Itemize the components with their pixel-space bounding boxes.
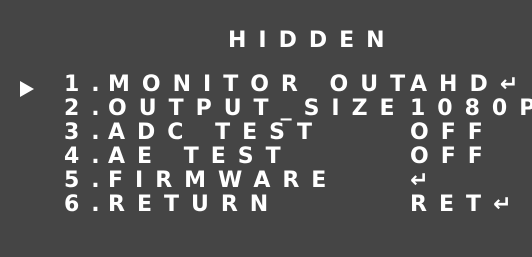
menu-item-number: 6. bbox=[64, 192, 112, 217]
menu-item-label: MONITOR OUT bbox=[108, 72, 418, 97]
menu-item-label: ADC TEST bbox=[108, 120, 324, 145]
menu-item-ae-test[interactable]: 4. AE TEST OFF bbox=[0, 146, 532, 170]
menu-item-value[interactable]: AHD↵ bbox=[410, 74, 530, 96]
menu-item-number: 3. bbox=[64, 120, 112, 145]
menu-item-value[interactable]: OFF bbox=[410, 122, 495, 144]
menu-title: HIDDEN bbox=[228, 28, 397, 53]
menu-item-value[interactable]: ↵ bbox=[410, 170, 440, 192]
menu-item-number: 1. bbox=[64, 72, 112, 97]
menu-item-output-size[interactable]: 2. OUTPUT_SIZE 1080P bbox=[0, 98, 532, 122]
menu-item-firmware[interactable]: 5. FIRMWARE ↵ bbox=[0, 170, 532, 194]
menu-item-label: FIRMWARE bbox=[108, 168, 339, 193]
menu-item-value[interactable]: OFF bbox=[410, 146, 495, 168]
menu-item-monitor-out[interactable]: 1. MONITOR OUT AHD↵ bbox=[0, 74, 532, 98]
menu-item-label: AE TEST bbox=[108, 144, 293, 169]
menu-item-return[interactable]: 6. RETURN RET↵ bbox=[0, 194, 532, 218]
menu-item-number: 2. bbox=[64, 96, 112, 121]
menu-item-adc-test[interactable]: 3. ADC TEST OFF bbox=[0, 122, 532, 146]
menu-item-value[interactable]: 1080P bbox=[410, 98, 532, 120]
menu-item-number: 4. bbox=[64, 144, 112, 169]
menu-item-number: 5. bbox=[64, 168, 112, 193]
menu-item-value[interactable]: RET↵ bbox=[410, 194, 523, 216]
menu-item-label: OUTPUT_SIZE bbox=[108, 96, 407, 121]
menu-item-label: RETURN bbox=[108, 192, 281, 217]
osd-menu-screen: HIDDEN 1. MONITOR OUT AHD↵ 2. OUTPUT_SIZ… bbox=[0, 0, 532, 257]
